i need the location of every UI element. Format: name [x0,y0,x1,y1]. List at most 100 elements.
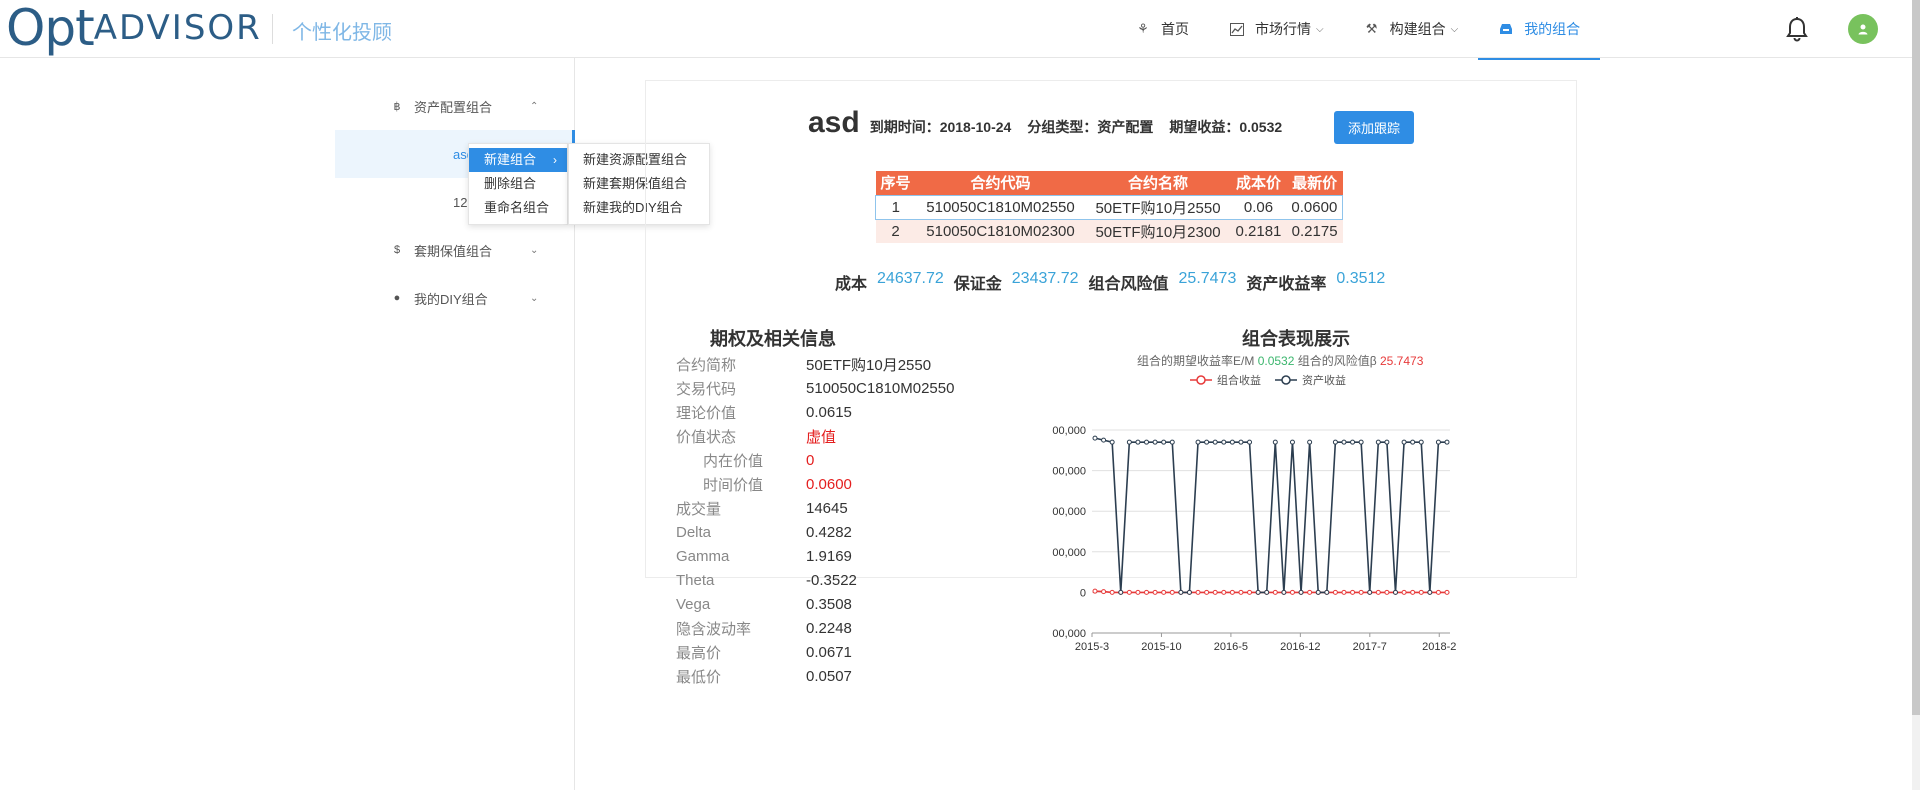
menu-item-new-group[interactable]: 新建组合 › [469,148,567,172]
summary-cost-value: 24637.72 [877,270,944,287]
data-point [1109,439,1115,445]
sidebar-group-diy[interactable]: ● 我的DIY组合 ⌄ [335,274,575,322]
info-value: 0.0671 [806,643,852,661]
info-label: Delta [676,523,712,541]
user-avatar[interactable] [1848,14,1878,44]
y-tick-label: 00,000 [1052,466,1086,478]
chart-sub-em-value: 0.0532 [1257,354,1295,368]
chevron-down-icon: ⌵ [1316,23,1324,35]
data-point [1161,439,1167,445]
legend-item[interactable]: 组合收益 [1190,372,1261,388]
data-point [1435,589,1441,595]
menu-item-rename-group[interactable]: 重命名组合 [469,196,567,220]
col-header: 合约代码 [915,171,1086,195]
table-row[interactable]: 1 510050C1810M02550 50ETF购10月2550 0.06 0… [874,194,1344,220]
table-row[interactable]: 2 510050C1810M02300 50ETF购10月2300 0.2181… [875,219,1343,243]
info-value: -0.3522 [806,571,857,589]
info-row: 合约简称 50ETF购10月2550 [676,352,954,376]
data-point [1410,589,1416,595]
info-label: 内在价值 [703,452,764,470]
data-point [1264,589,1270,595]
data-point [1144,439,1150,445]
info-value: 0.2248 [806,619,852,637]
chevron-down-icon: ⌄ [530,244,539,256]
data-point [1289,439,1295,445]
data-point [1332,439,1338,445]
data-point [1092,588,1098,594]
data-point [1144,589,1150,595]
nav-build[interactable]: ⚒ 构建组合 ⌵ [1344,0,1479,58]
data-point [1350,439,1356,445]
notification-bell-icon[interactable] [1785,16,1809,42]
holdings-table: 序号 合约代码 合约名称 成本价 最新价 1 510050C1810M02550… [874,171,1344,243]
add-tracking-button[interactable]: 添加跟踪 [1334,111,1414,144]
cell: 510050C1810M02300 [915,219,1086,243]
info-value: 0.4282 [806,523,852,541]
sidebar-group-hedge[interactable]: $ 套期保值组合 ⌄ [335,226,575,274]
portfolio-expected-return: 期望收益：0.0532 [1169,119,1283,135]
info-label: 时间价值 [703,476,764,494]
chart-legend: 组合收益 资产收益 [1190,372,1360,388]
x-tick-label: 2018-2 [1422,641,1456,653]
slogan-divider [272,14,273,44]
y-tick-label: 00,000 [1052,425,1086,437]
nav-market[interactable]: 市场行情 ⌵ [1209,0,1344,58]
inbox-icon [1498,21,1514,37]
summary-margin-label: 保证金 [953,276,1002,293]
info-value: 0 [806,451,815,469]
group-label: 我的DIY组合 [414,291,488,307]
chevron-up-icon: ⌃ [530,100,539,112]
logo-advisor: ADVISOR [93,8,262,48]
data-point [1341,439,1347,445]
chart-subtitle: 组合的期望收益率E/M 0.0532 组合的风险值β 25.7473 [1137,352,1423,369]
portfolio-title-row: asd 到期时间：2018-10-24 分组类型：资产配置 期望收益：0.053… [808,106,1298,140]
chevron-right-icon: › [553,153,557,167]
info-value: 虚值 [806,428,837,446]
nav-home[interactable]: ⚘ 首页 [1115,0,1209,58]
portfolio-name: asd [808,106,860,139]
info-label: Gamma [676,547,730,565]
data-point [1384,589,1390,595]
sub-label: 12 [453,194,468,210]
data-point [1247,589,1253,595]
main-nav: ⚘ 首页 市场行情 ⌵ ⚒ 构建组合 ⌵ 我的组合 [1115,0,1601,60]
sidebar-group-asset-allocation[interactable]: ฿ 资产配置组合 ⌃ [335,82,575,130]
rocket-icon: ⚘ [1137,21,1149,36]
nav-label: 构建组合 [1389,21,1446,37]
legend-item[interactable]: 资产收益 [1275,372,1346,388]
nav-my-portfolio[interactable]: 我的组合 [1478,0,1601,60]
data-point [1358,439,1364,445]
info-row: 成交量 14645 [676,496,954,520]
x-tick-label: 2015-10 [1141,641,1181,653]
info-value: 0.0615 [806,403,852,421]
data-point [1392,589,1398,595]
info-value: 0.0507 [806,667,852,685]
logo[interactable]: Opt ADVISOR [6,0,262,57]
data-point [1435,439,1441,445]
data-point [1204,439,1210,445]
data-point [1418,589,1424,595]
data-point [1289,589,1295,595]
data-point [1238,439,1244,445]
info-label: 理论价值 [676,404,737,422]
y-tick-label: 00,000 [1052,506,1086,518]
page-scrollbar[interactable] [1912,0,1920,715]
data-point [1341,589,1347,595]
menu-label: 新建组合 [484,152,537,167]
data-point [1118,589,1124,595]
data-point [1307,589,1313,595]
data-point [1281,589,1287,595]
menu-item-delete-group[interactable]: 删除组合 [469,172,567,196]
legend-label: 资产收益 [1302,375,1346,387]
info-label: 合约简称 [676,356,737,374]
summary-return-value: 0.3512 [1336,270,1386,287]
table-header-row: 序号 合约代码 合约名称 成本价 最新价 [875,171,1343,195]
menu-label: 删除组合 [484,176,537,191]
data-point [1152,589,1158,595]
group-label: 套期保值组合 [414,243,493,259]
chart-title: 组合表现展示 [1242,329,1350,349]
cell: 0.06 [1230,194,1287,220]
data-point [1367,589,1373,595]
data-point [1204,589,1210,595]
info-row: Delta 0.4282 [676,520,954,544]
